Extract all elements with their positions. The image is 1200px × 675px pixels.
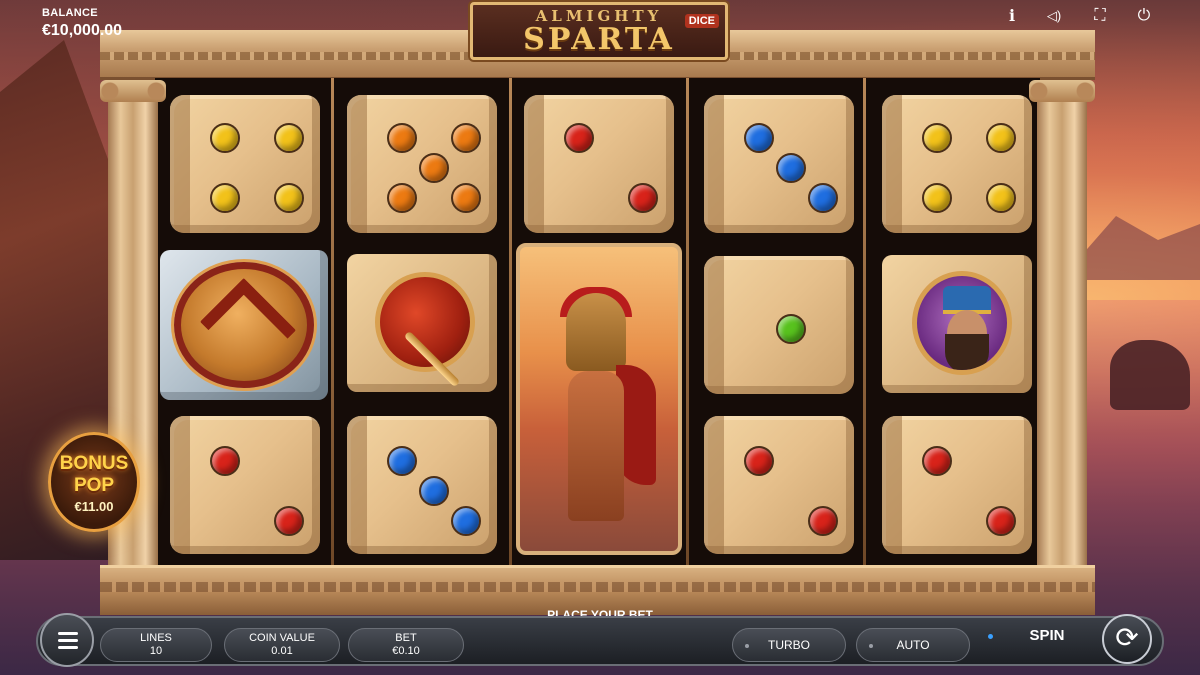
- reel-divider: [331, 78, 334, 596]
- die-pip: [564, 123, 594, 153]
- info-icon[interactable]: i: [1002, 6, 1022, 26]
- balance-label: BALANCE: [42, 7, 98, 19]
- die-pip: [387, 183, 417, 213]
- king-portrait-icon: [912, 271, 1012, 375]
- spin-refresh-icon[interactable]: ⟳: [1102, 614, 1152, 664]
- die-two-red: [882, 416, 1032, 554]
- lines-control[interactable]: LINES 10: [100, 628, 212, 662]
- die-four-yellow: [170, 95, 320, 233]
- die-pip: [986, 123, 1016, 153]
- turbo-indicator: [745, 644, 749, 648]
- die-pip: [419, 153, 449, 183]
- logo-badge: DICE: [684, 14, 719, 28]
- spear-symbol: [347, 254, 497, 392]
- die-pip: [451, 506, 481, 536]
- die-pip: [922, 446, 952, 476]
- game-logo: ALMIGHTY SPARTA DICE: [470, 2, 728, 60]
- balance-value: €10,000.00: [42, 22, 123, 39]
- die-pip: [808, 506, 838, 536]
- auto-indicator: [869, 644, 873, 648]
- coin-value-control[interactable]: COIN VALUE 0.01: [224, 628, 340, 662]
- turbo-label: TURBO: [768, 638, 810, 652]
- bonus-pop-badge[interactable]: BONUS POP €11.00: [48, 432, 140, 532]
- die-pip: [628, 183, 658, 213]
- auto-label: AUTO: [896, 638, 930, 652]
- lines-label: LINES: [140, 632, 172, 644]
- auto-toggle[interactable]: AUTO: [856, 628, 970, 662]
- spear-icon: [375, 272, 475, 388]
- persian-king-symbol: [882, 255, 1032, 393]
- die-one-green: [704, 256, 854, 394]
- die-pip: [274, 123, 304, 153]
- die-pip: [986, 506, 1016, 536]
- lambda-emblem: [199, 277, 297, 375]
- die-pip: [776, 314, 806, 344]
- menu-icon: [58, 632, 78, 635]
- spear-shaft: [403, 330, 461, 388]
- die-pip: [387, 446, 417, 476]
- die-pip: [776, 153, 806, 183]
- bonus-pop-title: BONUS: [59, 453, 129, 474]
- die-five-orange: [347, 95, 497, 233]
- die-pip: [210, 446, 240, 476]
- lines-value: 10: [149, 645, 163, 657]
- shield-icon: [174, 262, 314, 388]
- spin-button[interactable]: SPIN: [984, 618, 1110, 656]
- die-pip: [210, 183, 240, 213]
- spin-indicator: [988, 634, 993, 639]
- die-two-red: [704, 416, 854, 554]
- coin-value-value: 0.01: [271, 645, 293, 657]
- bonus-pop-value: €11.00: [74, 499, 114, 514]
- coin-value-label: COIN VALUE: [249, 632, 315, 644]
- reel-divider: [509, 78, 512, 596]
- reel-divider: [863, 78, 866, 596]
- menu-icon: [58, 646, 78, 649]
- die-pip: [419, 476, 449, 506]
- spin-label: SPIN: [1029, 627, 1065, 644]
- power-icon[interactable]: ⏻: [1134, 6, 1154, 26]
- die-pip: [210, 123, 240, 153]
- die-pip: [387, 123, 417, 153]
- spartan-helmet-icon: [566, 293, 626, 371]
- right-column: [1029, 80, 1095, 600]
- menu-button[interactable]: [40, 613, 94, 667]
- turbo-toggle[interactable]: TURBO: [732, 628, 846, 662]
- logo-title: SPARTA: [523, 22, 675, 57]
- bet-label: BET: [395, 632, 417, 644]
- die-pip: [274, 183, 304, 213]
- menu-icon: [58, 639, 78, 642]
- spartan-warrior-symbol: [516, 243, 682, 555]
- reel-divider: [686, 78, 689, 596]
- die-three-blue: [347, 416, 497, 554]
- die-pip: [986, 183, 1016, 213]
- die-three-blue: [704, 95, 854, 233]
- die-four-yellow: [882, 95, 1032, 233]
- fullscreen-icon[interactable]: ⛶: [1090, 6, 1110, 26]
- bet-value: €0.10: [392, 645, 420, 657]
- bet-control[interactable]: BET €0.10: [348, 628, 464, 662]
- background-rock: [1110, 340, 1190, 410]
- die-pip: [922, 183, 952, 213]
- warrior-body: [568, 371, 624, 521]
- die-two-red: [524, 95, 674, 233]
- die-pip: [451, 123, 481, 153]
- die-pip: [922, 123, 952, 153]
- spartan-shield-symbol: [160, 250, 328, 400]
- die-pip: [451, 183, 481, 213]
- sound-icon[interactable]: ◁): [1044, 6, 1064, 26]
- die-pip: [744, 446, 774, 476]
- die-two-red: [170, 416, 320, 554]
- die-pip: [274, 506, 304, 536]
- die-pip: [744, 123, 774, 153]
- bonus-pop-title-2: POP: [73, 475, 115, 496]
- king-beard: [945, 334, 989, 370]
- die-pip: [808, 183, 838, 213]
